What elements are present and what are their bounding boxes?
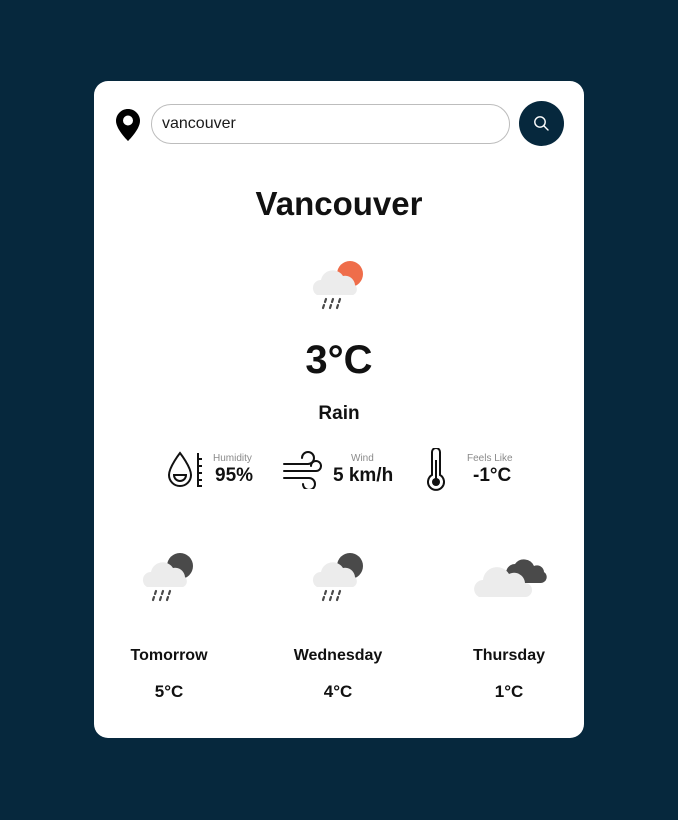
search-button[interactable] [519, 101, 564, 146]
search-input[interactable] [151, 104, 510, 144]
humidity-label: Humidity [213, 453, 252, 464]
forecast-day-name: Tomorrow [130, 647, 208, 664]
humidity-value: 95% [215, 465, 254, 486]
search-bar [94, 81, 584, 167]
forecast-day-2: Wednesday 4°C [278, 547, 398, 707]
cloudy-icon [474, 559, 547, 597]
feels-like-value: -1°C [473, 465, 512, 486]
forecast-day-1: Tomorrow 5°C [109, 547, 229, 707]
forecast-day-3: Thursday 1°C [449, 547, 569, 707]
rain-cloud-moon-icon [142, 553, 193, 602]
thermometer-icon [427, 448, 445, 491]
wind-value: 5 km/h [333, 465, 394, 486]
map-pin-icon [116, 109, 140, 141]
city-name: Vancouver [255, 185, 423, 222]
rain-cloud-moon-icon [312, 553, 363, 602]
weather-condition: Rain [318, 403, 360, 424]
wind-label: Wind [351, 453, 374, 464]
forecast-temperature: 1°C [494, 682, 524, 701]
forecast-temperature: 4°C [323, 682, 353, 701]
water-drop-icon [167, 451, 202, 487]
current-temperature: 3°C [305, 338, 373, 382]
forecast-temperature: 5°C [154, 682, 184, 701]
wind-icon [283, 451, 322, 489]
search-icon [534, 116, 549, 131]
feels-like-label: Feels Like [467, 453, 513, 464]
forecast-day-name: Wednesday [293, 647, 383, 664]
rain-cloud-sun-icon [312, 261, 363, 310]
weather-card: Vancouver 3°C Rain Humidity 95% [94, 81, 584, 738]
forecast-day-name: Thursday [472, 647, 545, 664]
